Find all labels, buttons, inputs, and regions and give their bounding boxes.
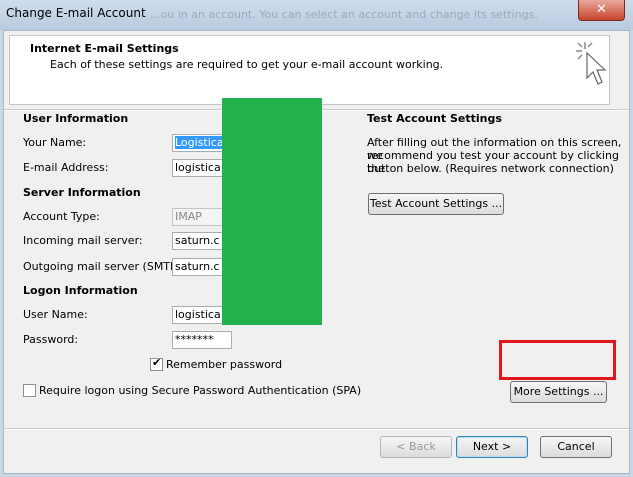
spa-checkbox[interactable] (23, 384, 36, 397)
header-subtitle: Each of these settings are required to g… (50, 58, 444, 71)
password-label: Password: (23, 333, 79, 346)
spa-label: Require logon using Secure Password Auth… (39, 384, 362, 397)
back-button[interactable]: < Back (380, 436, 452, 458)
header-panel: Internet E-mail Settings Each of these s… (9, 35, 610, 105)
outgoing-server-value: saturn.c (175, 260, 220, 273)
outgoing-server-label: Outgoing mail server (SMTP): (23, 260, 185, 273)
account-type-value: IMAP (175, 210, 202, 223)
user-name-value: logistica (175, 308, 221, 321)
remember-password-label: Remember password (166, 358, 283, 371)
footer-divider (4, 428, 629, 430)
cancel-button[interactable]: Cancel (540, 436, 612, 458)
incoming-server-value: saturn.c (175, 234, 220, 247)
close-icon: ✕ (596, 2, 607, 17)
background-window-text: ...ou in an account. You can select an a… (150, 8, 538, 21)
window-title: Change E-mail Account (6, 6, 146, 20)
test-description-line3: button below. (Requires network connecti… (367, 162, 614, 175)
account-type-label: Account Type: (23, 210, 100, 223)
your-name-value: Logistica (175, 136, 224, 149)
logon-info-heading: Logon Information (23, 284, 138, 297)
close-button[interactable]: ✕ (578, 0, 625, 21)
server-info-heading: Server Information (23, 186, 141, 199)
email-address-value: logistica (175, 161, 221, 174)
test-settings-heading: Test Account Settings (367, 112, 502, 125)
email-address-label: E-mail Address: (23, 161, 109, 174)
more-settings-button[interactable]: More Settings ... (510, 381, 607, 403)
password-value: ******* (175, 333, 214, 346)
checkmark-icon: ✔ (152, 356, 162, 369)
remember-password-checkbox[interactable]: ✔ (150, 356, 163, 371)
cursor-click-icon (576, 42, 607, 85)
your-name-label: Your Name: (23, 136, 87, 149)
next-button[interactable]: Next > (456, 436, 528, 458)
test-account-settings-button[interactable]: Test Account Settings ... (368, 193, 504, 215)
user-info-heading: User Information (23, 112, 129, 125)
password-field[interactable]: ******* (172, 331, 232, 349)
title-bar: Change E-mail Account ...ou in an accoun… (0, 0, 633, 30)
highlight-box (499, 340, 616, 380)
redaction-block (222, 98, 322, 325)
incoming-server-label: Incoming mail server: (23, 234, 143, 247)
header-title: Internet E-mail Settings (30, 42, 179, 55)
user-name-label: User Name: (23, 308, 88, 321)
